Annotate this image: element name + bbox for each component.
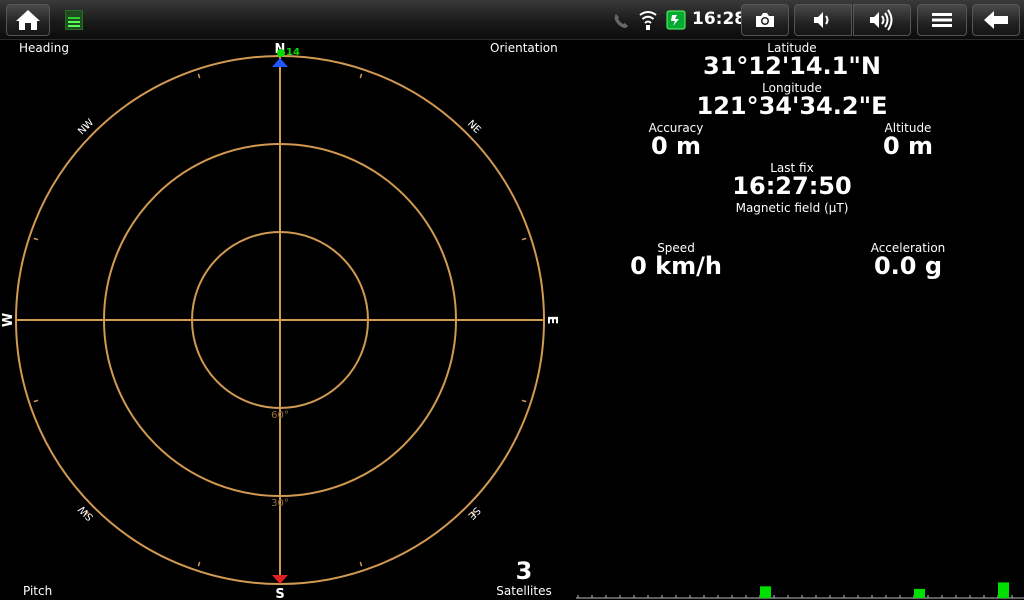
east-label: E — [544, 316, 559, 325]
wifi-icon — [639, 11, 657, 30]
camera-icon — [756, 13, 774, 27]
longitude-value: 121°34'34.2"E — [696, 92, 888, 120]
clock: 16:28 — [692, 9, 747, 29]
satellites-label: Satellites — [496, 584, 552, 598]
north-marker-icon — [272, 58, 288, 67]
satellite-sky-view: N S W E NW NE SW SE 60° 30° 14 — [1, 42, 559, 600]
signal-bar — [914, 588, 925, 598]
menu-button[interactable] — [917, 4, 967, 36]
magnetic-field-label: Magnetic field (µT) — [735, 201, 849, 215]
west-label: W — [1, 313, 16, 327]
south-label: S — [275, 587, 284, 600]
satellite-prn-label: 14 — [286, 47, 300, 58]
accuracy-value: 0 m — [650, 132, 702, 160]
last-fix-value: 16:27:50 — [732, 172, 852, 200]
latitude-value: 31°12'14.1"N — [703, 52, 881, 80]
altitude-value: 0 m — [882, 132, 934, 160]
volume-up-button[interactable] — [853, 4, 911, 36]
satellite-dot — [277, 49, 285, 57]
south-marker-icon — [272, 575, 288, 584]
signal-notification-icon — [65, 10, 83, 30]
satellites-count: 3 — [515, 557, 533, 585]
volume-down-icon — [814, 12, 829, 28]
signal-bar — [998, 582, 1009, 598]
signal-bar — [760, 586, 771, 598]
battery-icon — [666, 10, 686, 30]
menu-icon — [932, 13, 952, 27]
acceleration-value: 0.0 g — [873, 252, 943, 280]
home-button[interactable] — [6, 4, 50, 36]
volume-down-button[interactable] — [794, 4, 852, 36]
elevation-30-label: 30° — [271, 498, 289, 509]
speed-value: 0 km/h — [630, 252, 722, 280]
back-button[interactable] — [972, 4, 1020, 36]
elevation-60-label: 60° — [271, 410, 289, 421]
home-icon — [16, 10, 40, 30]
status-bar: 16:28 — [0, 0, 1024, 40]
southeast-label: SE — [465, 504, 482, 521]
volume-up-icon — [870, 9, 893, 31]
back-arrow-icon — [984, 11, 1008, 29]
phone-icon — [614, 14, 628, 28]
screenshot-button[interactable] — [741, 4, 789, 36]
signal-strength-graph — [576, 582, 1024, 599]
